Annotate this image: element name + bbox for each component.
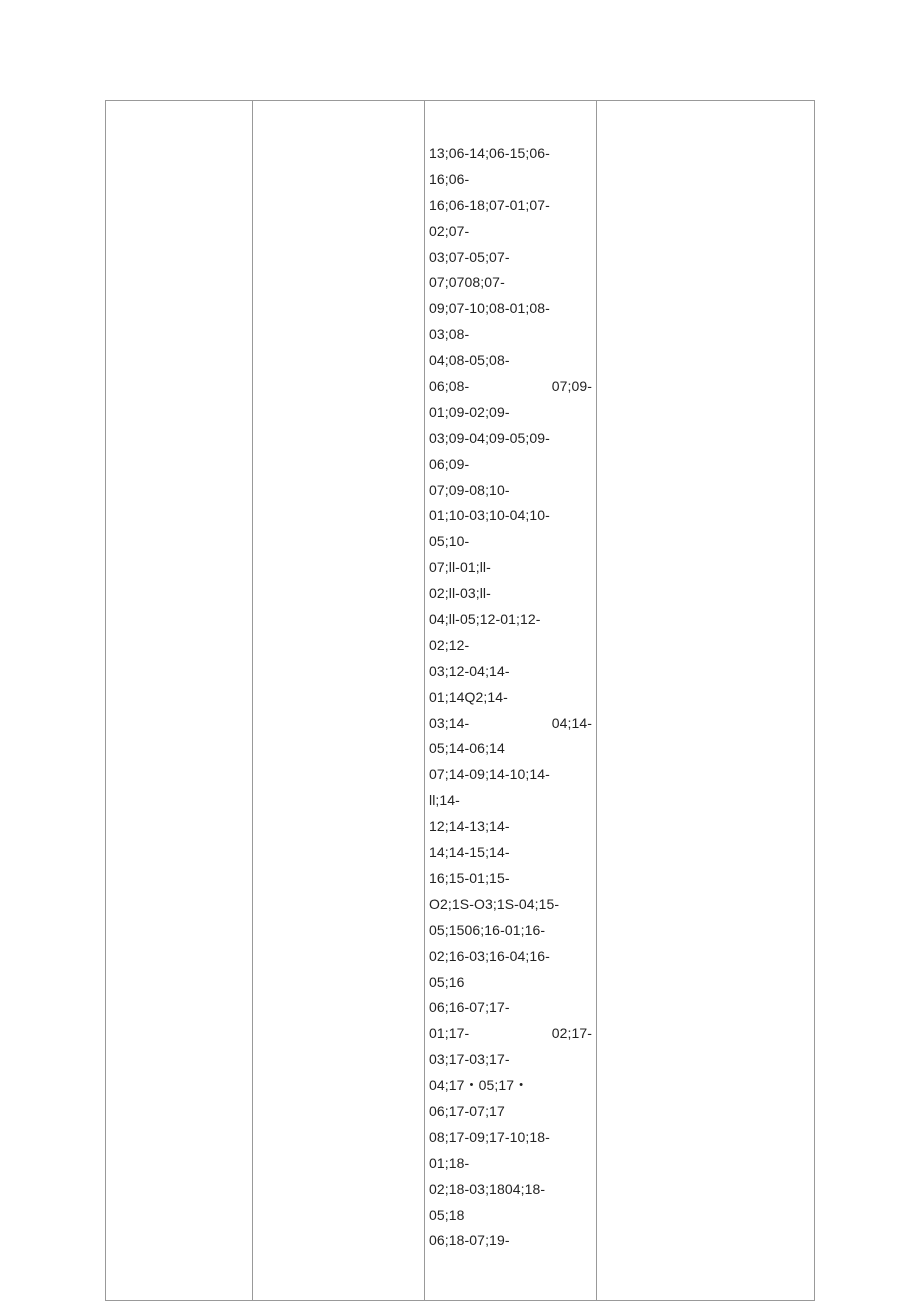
column-2 <box>253 101 425 1300</box>
code-line: 03;12-04;14- <box>429 659 592 685</box>
code-line: ll;14- <box>429 788 592 814</box>
code-text-right: 07;09- <box>552 374 592 400</box>
code-text-right: 02;17- <box>552 1021 592 1047</box>
code-line: 05;10- <box>429 529 592 555</box>
code-line: 05;14-06;14 <box>429 736 592 762</box>
code-line: 03;07-05;07- <box>429 245 592 271</box>
code-line: 16;15-01;15- <box>429 866 592 892</box>
code-line: 12;14-13;14- <box>429 814 592 840</box>
column-3: 13;06-14;06-15;06-16;06-16;06-18;07-01;0… <box>425 101 597 1300</box>
document-table: 13;06-14;06-15;06-16;06-16;06-18;07-01;0… <box>105 100 815 1301</box>
code-line: 13;06-14;06-15;06- <box>429 141 592 167</box>
code-line: 09;07-10;08-01;08- <box>429 296 592 322</box>
code-line: 05;18 <box>429 1203 592 1229</box>
code-line: 06;08- 07;09- <box>429 374 592 400</box>
code-line: 06;16-07;17- <box>429 995 592 1021</box>
code-line: 05;1506;16-01;16- <box>429 918 592 944</box>
code-line: 03;17-03;17- <box>429 1047 592 1073</box>
code-line: 07;0708;07- <box>429 270 592 296</box>
code-line: 03;14- 04;14- <box>429 711 592 737</box>
code-line: 02;07- <box>429 219 592 245</box>
code-line: 03;08- <box>429 322 592 348</box>
code-line: 01;09-02;09- <box>429 400 592 426</box>
column-1 <box>106 101 253 1300</box>
code-line: 02;12- <box>429 633 592 659</box>
code-line: 03;09-04;09-05;09- <box>429 426 592 452</box>
code-line: 08;17-09;17-10;18- <box>429 1125 592 1151</box>
code-line: 02;18-03;1804;18- <box>429 1177 592 1203</box>
code-line: 04;17・05;17・ <box>429 1073 592 1099</box>
code-line: 01;17- 02;17- <box>429 1021 592 1047</box>
code-line: 07;ll-01;ll- <box>429 555 592 581</box>
code-text-left: 03;14- <box>429 711 469 737</box>
code-line: 06;17-07;17 <box>429 1099 592 1125</box>
code-line: 07;14-09;14-10;14- <box>429 762 592 788</box>
column-4 <box>597 101 814 1300</box>
code-line: 05;16 <box>429 970 592 996</box>
code-line: 01;18- <box>429 1151 592 1177</box>
code-line: 02;16-03;16-04;16- <box>429 944 592 970</box>
code-line: O2;1S-O3;1S-04;15- <box>429 892 592 918</box>
code-line: 16;06- <box>429 167 592 193</box>
code-line: 07;09-08;10- <box>429 478 592 504</box>
code-line: 04;ll-05;12-01;12- <box>429 607 592 633</box>
code-line: 06;18-07;19- <box>429 1228 592 1254</box>
code-line: 14;14-15;14- <box>429 840 592 866</box>
code-line: 06;09- <box>429 452 592 478</box>
code-text-right: 04;14- <box>552 711 592 737</box>
code-line: 01;14Q2;14- <box>429 685 592 711</box>
codes-block: 13;06-14;06-15;06-16;06-16;06-18;07-01;0… <box>429 141 592 1254</box>
code-line: 16;06-18;07-01;07- <box>429 193 592 219</box>
code-line: 02;ll-03;ll- <box>429 581 592 607</box>
code-line: 04;08-05;08- <box>429 348 592 374</box>
code-text-left: 01;17- <box>429 1021 469 1047</box>
code-text-left: 06;08- <box>429 374 469 400</box>
code-line: 01;10-03;10-04;10- <box>429 503 592 529</box>
